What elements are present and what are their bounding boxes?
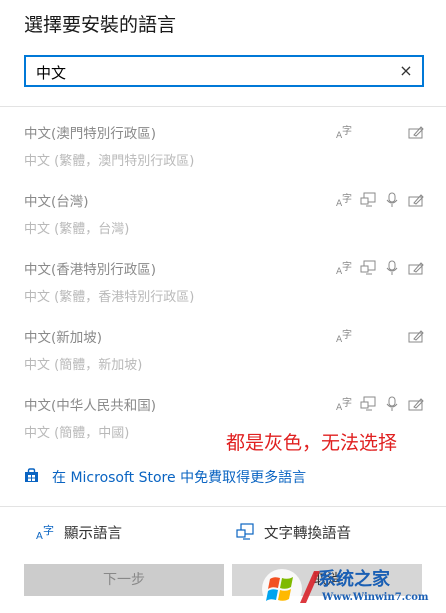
red-annotation: 都是灰色，无法选择: [226, 432, 398, 454]
legend-text-to-speech-label: 文字轉換語音: [264, 526, 351, 542]
language-subtitle: 中文 (簡體，中國): [24, 426, 130, 441]
handwriting-icon: [408, 328, 424, 344]
display-language-icon: A字: [336, 124, 352, 140]
language-item[interactable]: 中文(澳門特別行政區) 中文 (繁體，澳門特別行政區) A字: [0, 108, 446, 169]
handwriting-icon: [408, 124, 424, 140]
language-subtitle: 中文 (繁體，台灣): [24, 222, 130, 237]
language-subtitle: 中文 (繁體，澳門特別行政區): [24, 154, 195, 169]
display-language-icon: A字: [336, 328, 352, 344]
language-item[interactable]: 中文(新加坡) 中文 (簡體，新加坡) A字: [0, 312, 446, 373]
svg-text:字: 字: [342, 396, 352, 409]
footer-divider: [0, 506, 446, 507]
text-to-speech-icon: [360, 192, 376, 208]
language-name: 中文(澳門特別行政區): [24, 126, 157, 142]
language-name: 中文(香港特別行政區): [24, 262, 157, 278]
language-subtitle: 中文 (簡體，新加坡): [24, 358, 143, 373]
search-input[interactable]: [34, 60, 398, 84]
svg-text:A: A: [36, 531, 43, 541]
store-link-text: 在 Microsoft Store 中免費取得更多語言: [52, 470, 307, 486]
text-to-speech-icon: [360, 260, 376, 276]
display-language-icon: A字: [336, 260, 352, 276]
speech-recognition-icon: [384, 396, 400, 412]
display-language-icon: A字: [336, 396, 352, 412]
language-name: 中文(新加坡): [24, 330, 103, 346]
watermark-brand: 系统之家: [318, 569, 390, 590]
clear-search-button[interactable]: ×: [396, 60, 416, 82]
text-to-speech-icon: [360, 396, 376, 412]
handwriting-icon: [408, 396, 424, 412]
svg-text:字: 字: [342, 124, 352, 137]
svg-text:字: 字: [342, 260, 352, 273]
language-item[interactable]: 中文(香港特別行政區) 中文 (繁體，香港特別行政區) A字: [0, 244, 446, 305]
svg-text:字: 字: [342, 328, 352, 341]
text-to-speech-icon: [236, 523, 254, 540]
speech-recognition-icon: [384, 260, 400, 276]
dialog-title: 選擇要安裝的語言: [24, 14, 177, 36]
language-item[interactable]: 中文(台灣) 中文 (繁體，台灣) A字: [0, 176, 446, 237]
display-language-icon: A字: [336, 192, 352, 208]
search-box[interactable]: ×: [24, 55, 424, 87]
language-name: 中文(中华人民共和国): [24, 398, 157, 414]
next-button[interactable]: 下一步: [24, 564, 224, 596]
store-bag-icon: [24, 468, 39, 483]
site-watermark: 系统之家 Www.Winwin7.com: [258, 563, 442, 611]
handwriting-icon: [408, 192, 424, 208]
list-top-divider: [0, 106, 446, 107]
display-language-icon: A字: [36, 523, 54, 541]
svg-text:字: 字: [342, 192, 352, 205]
legend-display-language-label: 顯示語言: [64, 526, 122, 542]
language-subtitle: 中文 (繁體，香港特別行政區): [24, 290, 195, 305]
svg-text:字: 字: [43, 523, 54, 537]
watermark-url: Www.Winwin7.com: [322, 592, 429, 603]
language-name: 中文(台灣): [24, 194, 89, 210]
handwriting-icon: [408, 260, 424, 276]
speech-recognition-icon: [384, 192, 400, 208]
